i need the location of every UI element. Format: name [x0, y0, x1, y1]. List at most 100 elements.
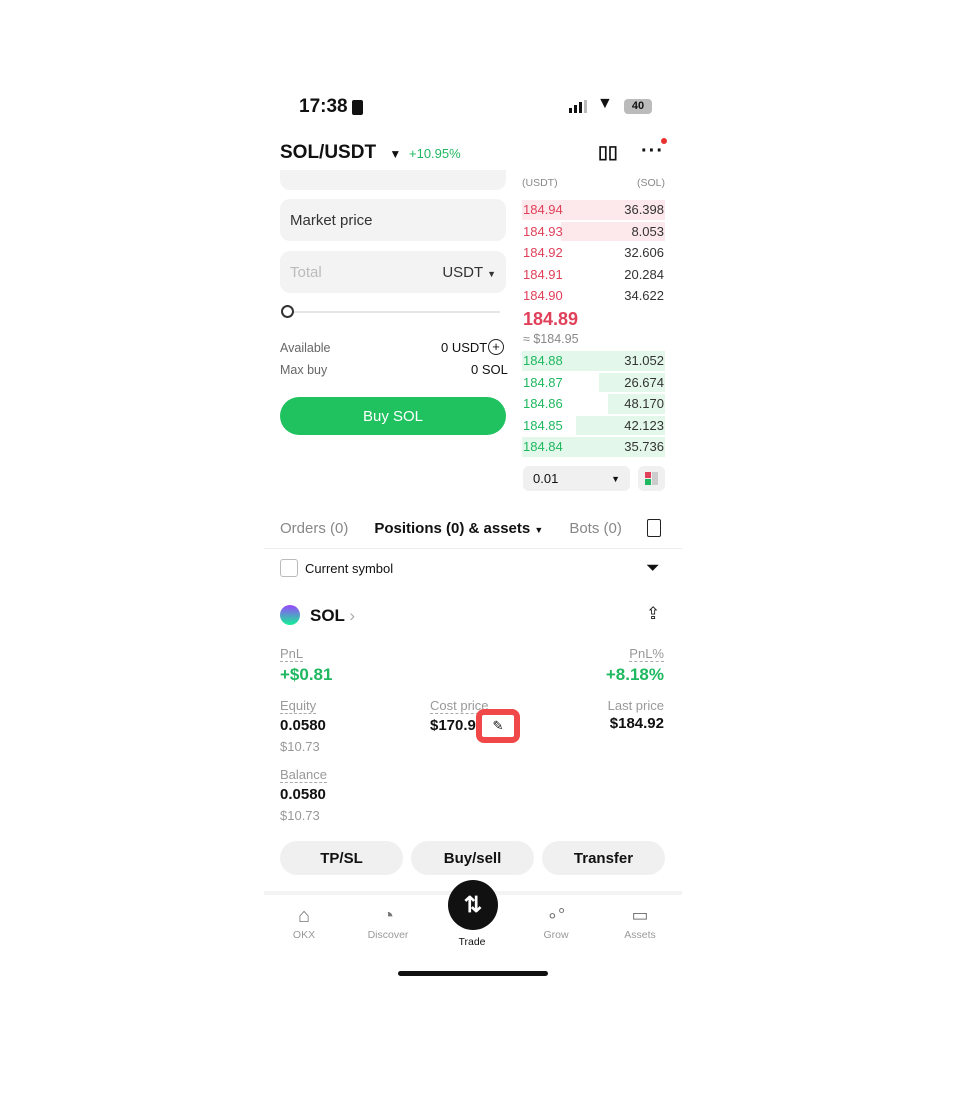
equity-value: 0.0580: [280, 717, 326, 734]
balance-usd: $10.73: [280, 808, 320, 823]
pair-label: SOL/USDT: [280, 142, 377, 163]
pnl-pct-label: PnL%: [629, 646, 664, 662]
bid-price: 184.86: [523, 396, 563, 412]
bids-list: 184.88 31.052 184.87 26.674 184.86 48.170 184.…: [522, 350, 665, 458]
nav-grow[interactable]: ∘° Grow: [526, 905, 586, 941]
balance-value: 0.0580: [280, 786, 326, 803]
ask-price: 184.90: [523, 288, 563, 304]
buy-button[interactable]: Buy SOL: [280, 397, 506, 435]
price-field-label: Market price: [290, 211, 373, 229]
current-symbol-label: Current symbol: [305, 561, 394, 576]
ask-amount: 20.284: [624, 266, 664, 282]
ask-amount: 8.053: [631, 223, 664, 239]
nav-okx[interactable]: ⌂ OKX: [274, 905, 334, 941]
current-symbol-checkbox[interactable]: [280, 559, 298, 577]
asks-list: 184.94 36.398 184.93 8.053 184.92 32.606 184.9…: [522, 199, 665, 307]
edit-cost-price-button[interactable]: ✎: [476, 709, 520, 743]
max-buy-label: Max buy: [280, 363, 328, 377]
bid-amount: 31.052: [624, 353, 664, 369]
ask-row[interactable]: 184.93 8.053: [522, 221, 665, 243]
bid-amount: 42.123: [624, 417, 664, 433]
trade-swap-icon[interactable]: ⇅: [448, 880, 498, 930]
pencil-icon: ✎: [492, 718, 504, 733]
bid-row[interactable]: 184.85 42.123: [522, 415, 665, 437]
pnl-pct-value: +8.18%: [605, 665, 664, 684]
ask-amount: 34.622: [624, 288, 664, 304]
divider: [264, 548, 682, 549]
order-history-icon[interactable]: [647, 519, 661, 537]
available-value: 0 USDT: [441, 340, 488, 355]
bid-price: 184.85: [523, 417, 563, 433]
available-label: Available: [280, 341, 331, 355]
bid-price: 184.84: [523, 439, 563, 455]
equity-usd: $10.73: [280, 739, 320, 754]
more-icon[interactable]: ···: [641, 140, 664, 163]
last-price-label: Last price: [607, 698, 664, 713]
notification-dot: [661, 138, 667, 144]
home-indicator: [398, 971, 548, 976]
ask-row[interactable]: 184.90 34.622: [522, 285, 665, 307]
wallet-icon: ▭: [631, 905, 649, 925]
add-funds-icon[interactable]: +: [488, 339, 504, 355]
pnl-value: +$0.81: [280, 665, 333, 684]
price-change: +10.95%: [409, 146, 461, 161]
sol-logo-icon: [280, 605, 300, 625]
nav-assets[interactable]: ▭ Assets: [610, 905, 670, 941]
order-type-select[interactable]: Market order: [280, 170, 506, 190]
tabs: Orders (0) Positions (0) & assets ▼ Bots…: [280, 520, 665, 537]
buy-sell-button[interactable]: Buy/sell: [411, 841, 534, 875]
discover-icon: ◔: [381, 905, 395, 927]
last-price-value: $184.92: [609, 715, 664, 732]
tab-orders[interactable]: Orders (0): [280, 520, 348, 537]
nav-trade[interactable]: Trade: [442, 936, 502, 948]
pair-selector[interactable]: SOL/USDT ▼: [280, 142, 401, 164]
book-layout-icon[interactable]: [638, 466, 665, 491]
order-book-header: (USDT) (SOL): [522, 177, 665, 189]
bid-row[interactable]: 184.84 35.736: [522, 436, 665, 458]
ask-amount: 36.398: [624, 202, 664, 218]
bid-row[interactable]: 184.88 31.052: [522, 350, 665, 372]
id-card-icon: [352, 100, 363, 115]
asset-symbol[interactable]: SOL ›: [310, 606, 355, 626]
total-unit-select[interactable]: USDT ▼: [442, 264, 496, 281]
filter-icon[interactable]: ⏷: [646, 558, 660, 578]
mid-usd-price: ≈ $184.95: [523, 332, 579, 346]
precision-select[interactable]: 0.01 ▼: [523, 466, 630, 491]
max-buy-value: 0 SOL: [471, 362, 508, 377]
amount-slider[interactable]: [282, 311, 500, 313]
share-icon[interactable]: ⇪: [646, 604, 660, 624]
ask-amount: 32.606: [624, 245, 664, 261]
tab-positions-assets[interactable]: Positions (0) & assets ▼: [374, 520, 543, 537]
nav-discover[interactable]: ◔ Discover: [358, 905, 418, 941]
ask-row[interactable]: 184.92 32.606: [522, 242, 665, 264]
transfer-button[interactable]: Transfer: [542, 841, 665, 875]
signal-icon: [569, 100, 587, 113]
tab-bots[interactable]: Bots (0): [569, 520, 622, 537]
bid-amount: 26.674: [624, 374, 664, 390]
pnl-label: PnL: [280, 646, 304, 662]
bid-amount: 48.170: [624, 396, 664, 412]
home-icon: ⌂: [297, 905, 311, 927]
battery-icon: 40: [624, 99, 652, 114]
bid-price: 184.87: [523, 374, 563, 390]
slider-handle[interactable]: [281, 305, 294, 318]
ask-price: 184.91: [523, 266, 563, 282]
price-field[interactable]: Market price: [280, 199, 506, 241]
wifi-icon: ▼: [597, 95, 613, 112]
ask-row[interactable]: 184.94 36.398: [522, 199, 665, 221]
equity-label: Equity: [280, 698, 317, 714]
caret-down-icon: ▼: [389, 147, 402, 161]
bid-amount: 35.736: [624, 439, 664, 455]
ask-price: 184.92: [523, 245, 563, 261]
bid-row[interactable]: 184.87 26.674: [522, 372, 665, 394]
candlestick-chart-icon[interactable]: ▯▯: [598, 142, 618, 163]
ask-price: 184.93: [523, 223, 563, 239]
balance-label: Balance: [280, 767, 327, 783]
tpsl-button[interactable]: TP/SL: [280, 841, 403, 875]
total-placeholder: Total: [290, 263, 322, 281]
ask-price: 184.94: [523, 202, 563, 218]
mid-price: 184.89: [523, 309, 579, 329]
ask-row[interactable]: 184.91 20.284: [522, 264, 665, 286]
bid-row[interactable]: 184.86 48.170: [522, 393, 665, 415]
total-input[interactable]: Total USDT ▼: [280, 251, 506, 293]
